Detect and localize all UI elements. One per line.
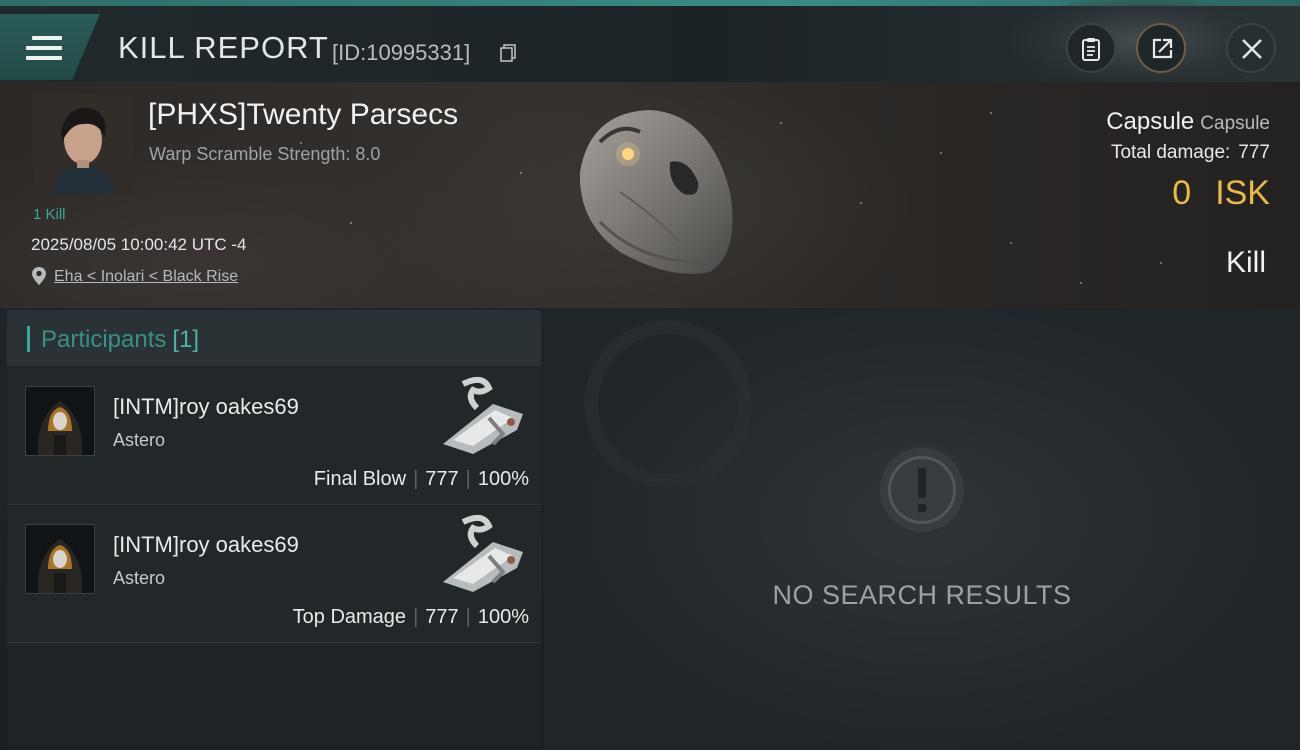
participants-count: [1] (172, 326, 200, 353)
exclamation-icon (876, 444, 968, 536)
results-panel: NO SEARCH RESULTS (544, 310, 1300, 750)
participant-avatar (25, 386, 95, 456)
kill-count: 1 Kill (33, 206, 66, 223)
victim-ship: Capsule Capsule (1106, 108, 1270, 136)
participant-row[interactable]: [INTM]roy oakes69 Astero Top Damage | 777 |… (7, 506, 541, 643)
isk-value: 0 ISK (1172, 174, 1270, 213)
share-icon (1152, 38, 1173, 59)
participant-name: [INTM]roy oakes69 (113, 394, 299, 419)
clipboard-button[interactable] (1066, 23, 1116, 73)
share-button[interactable] (1136, 23, 1186, 73)
no-results-message: NO SEARCH RESULTS (772, 580, 1072, 610)
page-title: KILL REPORT (118, 30, 329, 65)
header-bar: KILL REPORT [ID:10995331] (0, 0, 1300, 86)
map-pin-icon (32, 267, 46, 285)
ship-name: Capsule (1106, 108, 1195, 135)
participant-stats: Final Blow | 777 | 100% (313, 468, 529, 490)
location-link[interactable]: Eha < Inolari < Black Rise (54, 268, 238, 286)
participant-damage-percent: 100% (477, 468, 529, 490)
participants-label: Participants (41, 326, 167, 353)
participants-header[interactable]: Participants [1] (7, 310, 541, 366)
close-icon (1242, 39, 1262, 59)
total-damage-label: Total damage: (1110, 142, 1231, 163)
participant-row[interactable]: [INTM]roy oakes69 Astero Final Blow | 777 |… (7, 368, 541, 505)
participant-role: Top Damage (292, 606, 407, 628)
participant-ship: Astero (113, 430, 166, 450)
total-damage-value: 777 (1238, 142, 1270, 163)
victim-avatar (33, 94, 133, 194)
participant-avatar (25, 524, 95, 594)
menu-button[interactable] (0, 14, 100, 80)
ship-class: Capsule (1200, 113, 1270, 134)
isk-unit: ISK (1215, 174, 1270, 212)
total-damage: Total damage: 777 (1111, 142, 1270, 164)
kill-timestamp: 2025/08/05 10:00:42 UTC -4 (31, 235, 247, 254)
participant-damage: 777 (425, 606, 459, 628)
isk-amount: 0 (1172, 174, 1192, 212)
victim-portrait[interactable] (33, 94, 133, 194)
hamburger-icon (26, 36, 62, 66)
header-accent-bar (27, 326, 30, 352)
participant-damage-percent: 100% (477, 606, 529, 628)
close-button[interactable] (1226, 23, 1276, 73)
participant-name: [INTM]roy oakes69 (113, 532, 299, 557)
participant-damage: 777 (425, 468, 459, 490)
kill-summary-banner: [PHXS]Twenty Parsecs Warp Scramble Stren… (0, 82, 1300, 308)
copy-icon[interactable] (500, 44, 516, 62)
participant-ship-image (443, 376, 523, 454)
victim-name[interactable]: [PHXS]Twenty Parsecs (148, 98, 458, 132)
clipboard-icon (1082, 38, 1100, 61)
background-decoration (584, 320, 752, 488)
victim-ship-image (579, 110, 733, 274)
participant-ship: Astero (113, 568, 166, 588)
kill-result-label: Kill (1225, 246, 1266, 279)
participant-role: Final Blow (313, 468, 407, 490)
report-id: [ID:10995331] (332, 40, 471, 65)
participants-panel: Participants [1] [INTM]roy oakes69 Astero… (7, 310, 541, 746)
participant-stats: Top Damage | 777 | 100% (292, 606, 529, 628)
participant-ship-image (443, 514, 523, 592)
participants-title: Participants [1] (41, 326, 199, 354)
warp-scramble-strength: Warp Scramble Strength: 8.0 (149, 144, 381, 164)
